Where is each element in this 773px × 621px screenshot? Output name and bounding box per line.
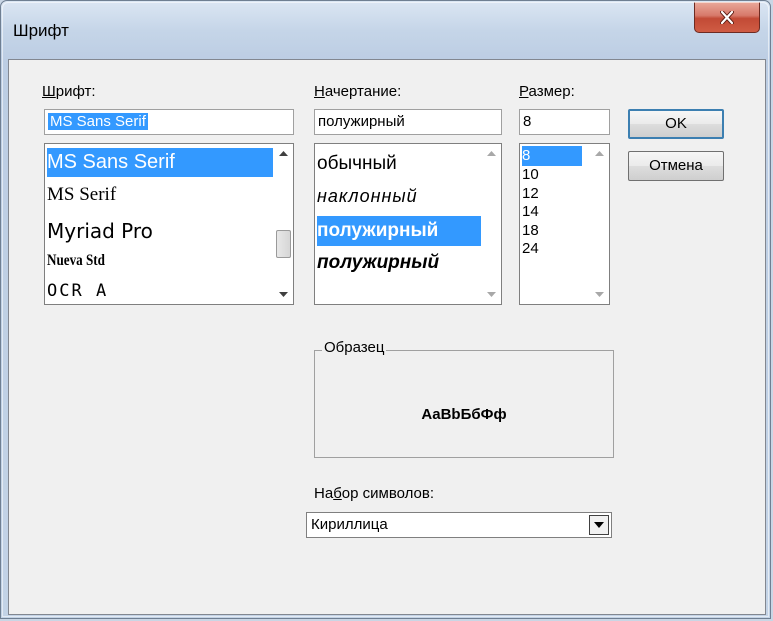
charset-select[interactable]: Кириллица bbox=[306, 512, 612, 538]
style-list[interactable]: обычный наклонный полужирный полужирный bbox=[314, 143, 502, 305]
size-input[interactable]: 8 bbox=[519, 109, 610, 135]
style-list-item[interactable]: полужирный bbox=[317, 248, 481, 278]
close-icon bbox=[720, 10, 734, 24]
style-input[interactable]: полужирный bbox=[314, 109, 502, 135]
scroll-down-arrow-icon[interactable] bbox=[275, 286, 292, 303]
window-title: Шрифт bbox=[13, 21, 69, 40]
size-list-scrollbar[interactable] bbox=[591, 145, 608, 303]
scroll-up-arrow-icon[interactable] bbox=[591, 145, 608, 162]
size-list-item[interactable]: 10 bbox=[522, 165, 582, 185]
sample-legend: Образец bbox=[322, 339, 387, 356]
size-list-item[interactable]: 14 bbox=[522, 202, 582, 222]
scroll-down-arrow-icon[interactable] bbox=[591, 286, 608, 303]
font-list-item[interactable]: OCR A bbox=[47, 277, 273, 304]
ok-button[interactable]: OK bbox=[628, 109, 724, 139]
size-label: Размер: bbox=[519, 83, 575, 100]
chevron-down-icon[interactable] bbox=[589, 515, 609, 535]
scroll-down-arrow-icon[interactable] bbox=[483, 286, 500, 303]
style-list-item[interactable]: наклонный bbox=[317, 181, 481, 211]
font-label: Шрифт: bbox=[42, 83, 96, 100]
size-list-item[interactable]: 24 bbox=[522, 239, 582, 259]
dialog-client-area: Шрифт: MS Sans Serif MS Sans Serif MS Se… bbox=[8, 59, 766, 615]
scroll-up-arrow-icon[interactable] bbox=[483, 145, 500, 162]
style-list-item[interactable]: полужирный bbox=[317, 216, 481, 246]
font-name-list[interactable]: MS Sans Serif MS Serif Myriad Pro Nueva … bbox=[44, 143, 294, 305]
font-list-item[interactable]: Myriad Pro bbox=[47, 216, 273, 246]
size-list[interactable]: 8 10 12 14 18 24 bbox=[519, 143, 610, 305]
cancel-button[interactable]: Отмена bbox=[628, 151, 724, 181]
charset-label: Набор символов: bbox=[314, 485, 435, 502]
size-list-item[interactable]: 18 bbox=[522, 221, 582, 241]
font-list-item[interactable]: MS Sans Serif bbox=[47, 148, 273, 177]
font-name-input-value: MS Sans Serif bbox=[48, 113, 148, 130]
dialog-window: Шрифт Шрифт: MS Sans Serif MS Sans Serif… bbox=[0, 0, 771, 619]
font-name-input[interactable]: MS Sans Serif bbox=[44, 109, 294, 135]
size-list-item[interactable]: 12 bbox=[522, 184, 582, 204]
size-input-value: 8 bbox=[523, 113, 532, 130]
sample-groupbox bbox=[314, 350, 614, 458]
style-input-value: полужирный bbox=[318, 113, 405, 130]
close-button[interactable] bbox=[694, 2, 760, 33]
scroll-thumb[interactable] bbox=[276, 230, 291, 258]
font-list-scrollbar[interactable] bbox=[275, 145, 292, 303]
charset-select-value: Кириллица bbox=[311, 516, 388, 533]
scroll-up-arrow-icon[interactable] bbox=[275, 145, 292, 162]
style-list-item[interactable]: обычный bbox=[317, 149, 481, 179]
font-list-item[interactable]: MS Serif bbox=[47, 180, 273, 210]
style-label: Начертание: bbox=[314, 83, 402, 100]
font-list-item[interactable]: Nueva Std bbox=[47, 247, 232, 275]
size-list-item[interactable]: 8 bbox=[522, 146, 582, 166]
style-list-scrollbar[interactable] bbox=[483, 145, 500, 303]
sample-text: AaBbБбФф bbox=[421, 406, 507, 423]
